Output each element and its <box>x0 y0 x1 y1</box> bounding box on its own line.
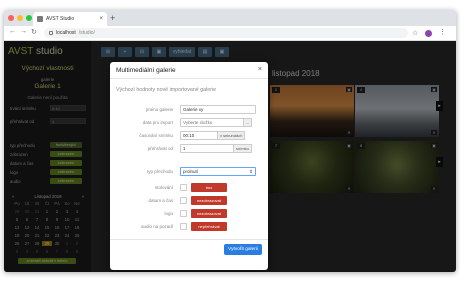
folder-input[interactable]: Vyberte složku <box>180 118 244 127</box>
option-checkbox[interactable] <box>180 197 187 204</box>
option-row: audio na pozadí nepřehrávat <box>116 222 262 231</box>
new-tab-button[interactable]: + <box>110 13 115 23</box>
start-unit: snímku <box>233 144 252 153</box>
option-label: datum a čas <box>148 198 173 203</box>
option-label: audio na pozadí <box>140 224 173 229</box>
browser-tab[interactable]: AVST Studio × <box>33 12 107 26</box>
modal-subtitle: Výchozí hodnoty nově importované galerie <box>116 87 217 93</box>
option-button[interactable]: nezobrazovat <box>191 209 227 218</box>
option-label: logo <box>164 211 173 216</box>
field-label: časování snímku <box>139 133 173 138</box>
favicon-icon <box>37 16 43 22</box>
gallery-name-input[interactable]: Galerie xy <box>180 105 256 114</box>
field-label: data pro import <box>142 120 173 125</box>
field-label: typ přechodu <box>146 169 173 174</box>
start-from-row: přehrávat od 1 snímku <box>116 144 262 153</box>
option-label: stolování <box>154 185 173 190</box>
minimize-window-button[interactable] <box>17 15 23 21</box>
browser-window: AVST Studio × + ← → ↻ localhost/studio/ … <box>4 10 456 272</box>
browse-folder-button[interactable]: ... <box>243 118 253 127</box>
url-path: /studio/ <box>78 30 95 36</box>
back-icon[interactable]: ← <box>9 28 16 35</box>
option-row: datum a čas nezobrazovat <box>116 196 262 205</box>
duration-unit: v sekundách <box>217 131 246 140</box>
url-host: localhost <box>56 30 76 36</box>
transition-select[interactable]: prolnutí ⇕ <box>180 167 256 176</box>
url-input[interactable]: localhost/studio/ <box>44 28 408 38</box>
option-checkbox[interactable] <box>180 184 187 191</box>
field-label: jméno galerie <box>145 107 173 112</box>
transition-row: typ přechodu prolnutí ⇕ <box>116 167 262 176</box>
tab-close-icon[interactable]: × <box>99 16 103 22</box>
option-button[interactable]: nezobrazovat <box>191 196 227 205</box>
bookmark-star-icon[interactable]: ☆ <box>412 29 418 37</box>
chevron-down-icon: ⇕ <box>249 169 253 174</box>
field-label: přehrávat od <box>147 146 173 151</box>
close-icon[interactable]: × <box>258 66 262 73</box>
create-gallery-button[interactable]: Vytvořit galerii <box>224 244 262 255</box>
profile-avatar[interactable] <box>425 30 432 37</box>
option-row: logo nezobrazovat <box>116 209 262 218</box>
window-controls <box>8 15 32 21</box>
browser-menu-icon[interactable]: ⋮ <box>439 28 446 36</box>
app-area: AVST studio Výchozí vlastnosti galerie G… <box>4 41 456 272</box>
duration-row: časování snímku 00:10 v sekundách <box>116 131 262 140</box>
maximize-window-button[interactable] <box>26 15 32 21</box>
tab-title: AVST Studio <box>46 16 75 22</box>
option-checkbox[interactable] <box>180 223 187 230</box>
import-folder-row: data pro import Vyberte složku ... <box>116 118 262 127</box>
gallery-modal: Multimediální galerie × Výchozí hodnoty … <box>110 62 268 270</box>
duration-input[interactable]: 00:10 <box>180 131 218 140</box>
option-row: stolování box <box>116 183 262 192</box>
option-button[interactable]: box <box>191 183 227 192</box>
option-button[interactable]: nepřehrávat <box>191 222 227 231</box>
modal-divider <box>110 239 268 240</box>
gallery-name-row: jméno galerie Galerie xy <box>116 105 262 114</box>
modal-title: Multimediální galerie <box>110 62 268 79</box>
address-bar-row: ← → ↻ localhost/studio/ ☆ ⋮ <box>4 26 456 41</box>
reload-icon[interactable]: ↻ <box>31 28 37 36</box>
option-checkbox[interactable] <box>180 210 187 217</box>
start-input[interactable]: 1 <box>180 144 234 153</box>
tab-strip: AVST Studio × + <box>4 10 456 26</box>
close-window-button[interactable] <box>8 15 14 21</box>
forward-icon[interactable]: → <box>20 28 27 35</box>
info-icon <box>49 31 53 35</box>
transition-value: prolnutí <box>183 169 199 174</box>
